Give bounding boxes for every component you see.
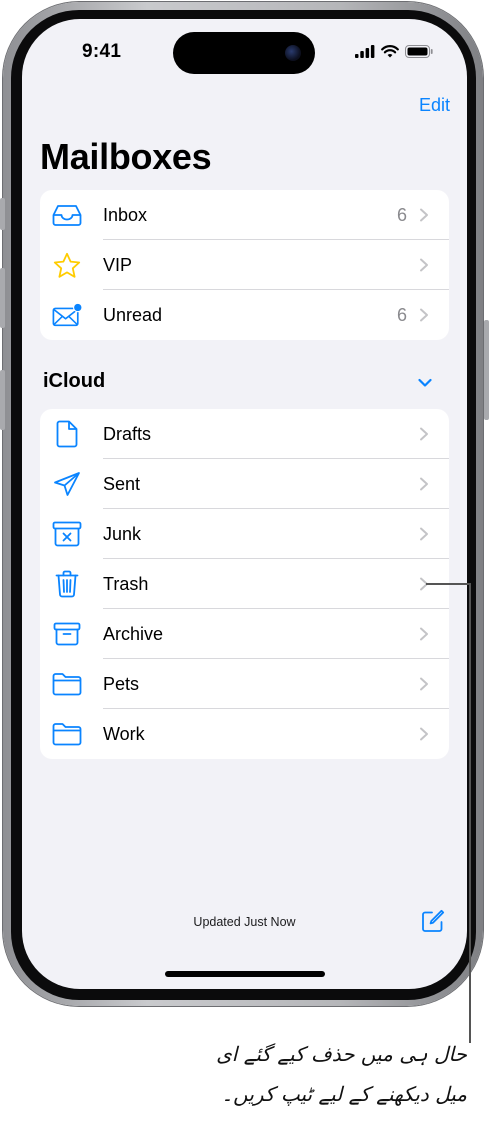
callout-caption: حال ہی میں حذف کیے گئے ای میل دیکھنے کے … bbox=[167, 1034, 467, 1114]
chevron-right-icon bbox=[420, 627, 428, 641]
archive-box-icon bbox=[52, 620, 82, 648]
callout-line bbox=[426, 583, 470, 585]
document-icon bbox=[52, 420, 82, 448]
unread-count: 6 bbox=[396, 305, 407, 325]
mailbox-row-vip[interactable]: VIP bbox=[40, 240, 449, 290]
chevron-right-icon bbox=[420, 208, 428, 222]
home-indicator bbox=[165, 971, 325, 977]
update-status: Updated Just Now bbox=[193, 915, 296, 929]
mailbox-row-trash[interactable]: Trash bbox=[40, 559, 449, 609]
chevron-right-icon bbox=[420, 527, 428, 541]
chevron-right-icon bbox=[420, 427, 428, 441]
mailbox-label: Sent bbox=[103, 474, 141, 494]
mailbox-label: Pets bbox=[103, 674, 140, 694]
status-icons bbox=[355, 43, 433, 59]
icloud-mailboxes-list: Drafts Sent Junk Trash Archive Pets Work bbox=[40, 409, 449, 759]
star-icon bbox=[52, 251, 82, 279]
callout-line bbox=[469, 583, 471, 1043]
side-button bbox=[484, 320, 489, 420]
mailbox-label: Archive bbox=[103, 624, 164, 644]
action-button bbox=[0, 198, 5, 230]
compose-icon[interactable] bbox=[421, 909, 445, 933]
mailbox-label: VIP bbox=[103, 255, 133, 275]
mailbox-row-sent[interactable]: Sent bbox=[40, 459, 449, 509]
screen: 9:41 Edit Mailboxes Inbox 6 VIP Unread 6… bbox=[22, 19, 467, 989]
volume-down-button bbox=[0, 370, 5, 430]
mailbox-row-archive[interactable]: Archive bbox=[40, 609, 449, 659]
signal-icon bbox=[355, 44, 375, 58]
junk-bin-icon bbox=[52, 520, 82, 548]
mailbox-label: Trash bbox=[103, 574, 149, 594]
dynamic-island bbox=[173, 32, 315, 74]
status-time: 9:41 bbox=[82, 41, 122, 62]
chevron-down-icon[interactable] bbox=[418, 378, 432, 388]
chevron-right-icon bbox=[420, 727, 428, 741]
chevron-right-icon bbox=[420, 308, 428, 322]
page-title: Mailboxes bbox=[40, 136, 212, 177]
section-header-icloud[interactable]: iCloud bbox=[43, 370, 105, 393]
mailbox-label: Drafts bbox=[103, 424, 152, 444]
mailbox-row-drafts[interactable]: Drafts bbox=[40, 409, 449, 459]
mailbox-label: Junk bbox=[103, 524, 142, 544]
chevron-right-icon bbox=[420, 477, 428, 491]
unread-count: 6 bbox=[396, 205, 407, 225]
primary-mailboxes-list: Inbox 6 VIP Unread 6 bbox=[40, 190, 449, 340]
callout-line-2: میل دیکھنے کے لیے ٹیپ کریں۔ bbox=[221, 1082, 467, 1106]
chevron-right-icon bbox=[420, 677, 428, 691]
chevron-right-icon bbox=[420, 258, 428, 272]
mailbox-row-junk[interactable]: Junk bbox=[40, 509, 449, 559]
folder-icon bbox=[52, 720, 82, 748]
volume-up-button bbox=[0, 268, 5, 328]
wifi-icon bbox=[381, 44, 399, 57]
mailbox-label: Work bbox=[103, 724, 145, 744]
paper-plane-icon bbox=[52, 470, 82, 498]
mailbox-row-work[interactable]: Work bbox=[40, 709, 449, 759]
mailbox-label: Unread bbox=[103, 305, 163, 325]
battery-icon bbox=[405, 44, 433, 58]
unread-envelope-icon bbox=[52, 301, 82, 329]
callout-line-1: حال ہی میں حذف کیے گئے ای bbox=[216, 1042, 467, 1066]
mailbox-row-unread[interactable]: Unread 6 bbox=[40, 290, 449, 340]
edit-button[interactable]: Edit bbox=[419, 95, 450, 116]
mailbox-row-pets[interactable]: Pets bbox=[40, 659, 449, 709]
trash-icon bbox=[52, 570, 82, 598]
mailbox-label: Inbox bbox=[103, 205, 148, 225]
camera-icon bbox=[285, 45, 301, 61]
mailbox-row-inbox[interactable]: Inbox 6 bbox=[40, 190, 449, 240]
tray-icon bbox=[52, 201, 82, 229]
folder-icon bbox=[52, 670, 82, 698]
